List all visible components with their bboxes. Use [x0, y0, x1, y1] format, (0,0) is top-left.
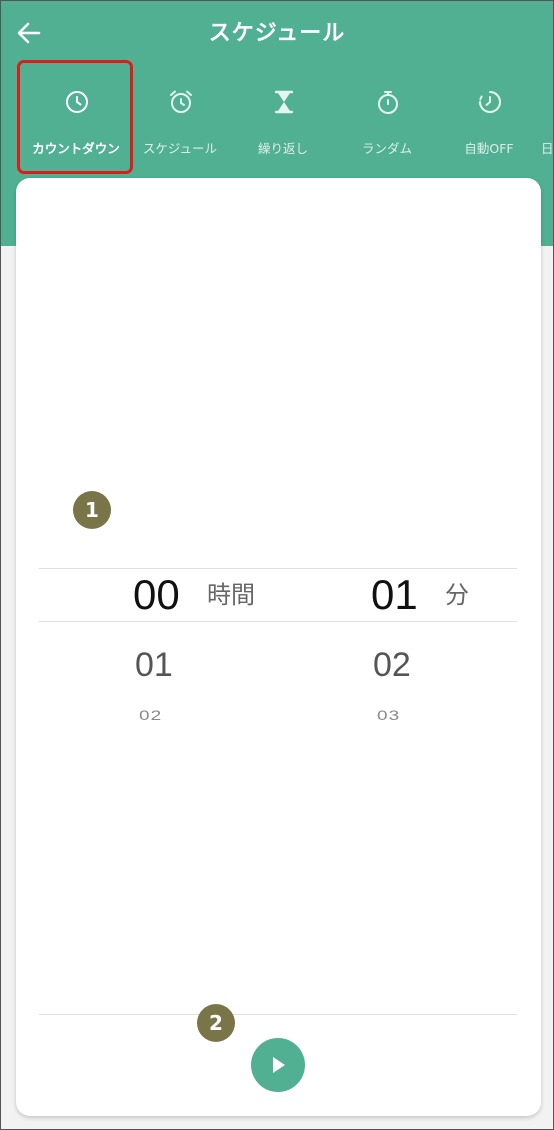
hourglass-icon [274, 90, 294, 114]
stopwatch-icon [378, 91, 398, 114]
play-button[interactable] [251, 1038, 305, 1092]
annotation-marker-2: 2 [197, 1004, 235, 1042]
page-title: スケジュール [208, 21, 346, 46]
tab-random[interactable]: ランダム [335, 81, 439, 171]
countdown-card [16, 178, 541, 1116]
tab-repeat[interactable]: 繰り返し [231, 81, 335, 171]
footer-divider [39, 1014, 517, 1015]
annotation-marker-1: 1 [73, 491, 111, 529]
minutes-selected-value: 01 [371, 571, 418, 618]
tab-partial[interactable]: 日 [541, 81, 554, 171]
tab-schedule[interactable]: スケジュール [128, 81, 232, 171]
active-tab-highlight-box [17, 60, 133, 174]
hours-selected-value: 00 [133, 571, 180, 618]
play-icon [273, 1057, 285, 1073]
minutes-next2-value: 03 [377, 707, 401, 724]
picker-bottom-divider [39, 621, 517, 622]
tab-auto-off[interactable]: 自動OFF [437, 81, 541, 171]
minutes-next-value: 02 [373, 646, 411, 684]
tab-label: 自動OFF [464, 141, 514, 156]
hours-next2-value: 02 [139, 707, 163, 724]
tab-label: スケジュール [142, 141, 218, 156]
hours-next-value: 01 [135, 646, 173, 684]
minutes-unit-label: 分 [445, 581, 469, 609]
tab-label: ランダム [361, 141, 412, 156]
tab-label: 繰り返し [257, 141, 308, 156]
alarm-clock-icon [170, 90, 192, 113]
app-screen: スケジュール カウントダウン スケジュール 繰り返し ランダム 自動OFF 日 … [0, 0, 554, 1130]
hours-unit-label: 時間 [207, 581, 255, 609]
timer-icon [479, 91, 502, 114]
picker-top-divider [39, 568, 517, 569]
tab-label: 日 [541, 141, 554, 156]
